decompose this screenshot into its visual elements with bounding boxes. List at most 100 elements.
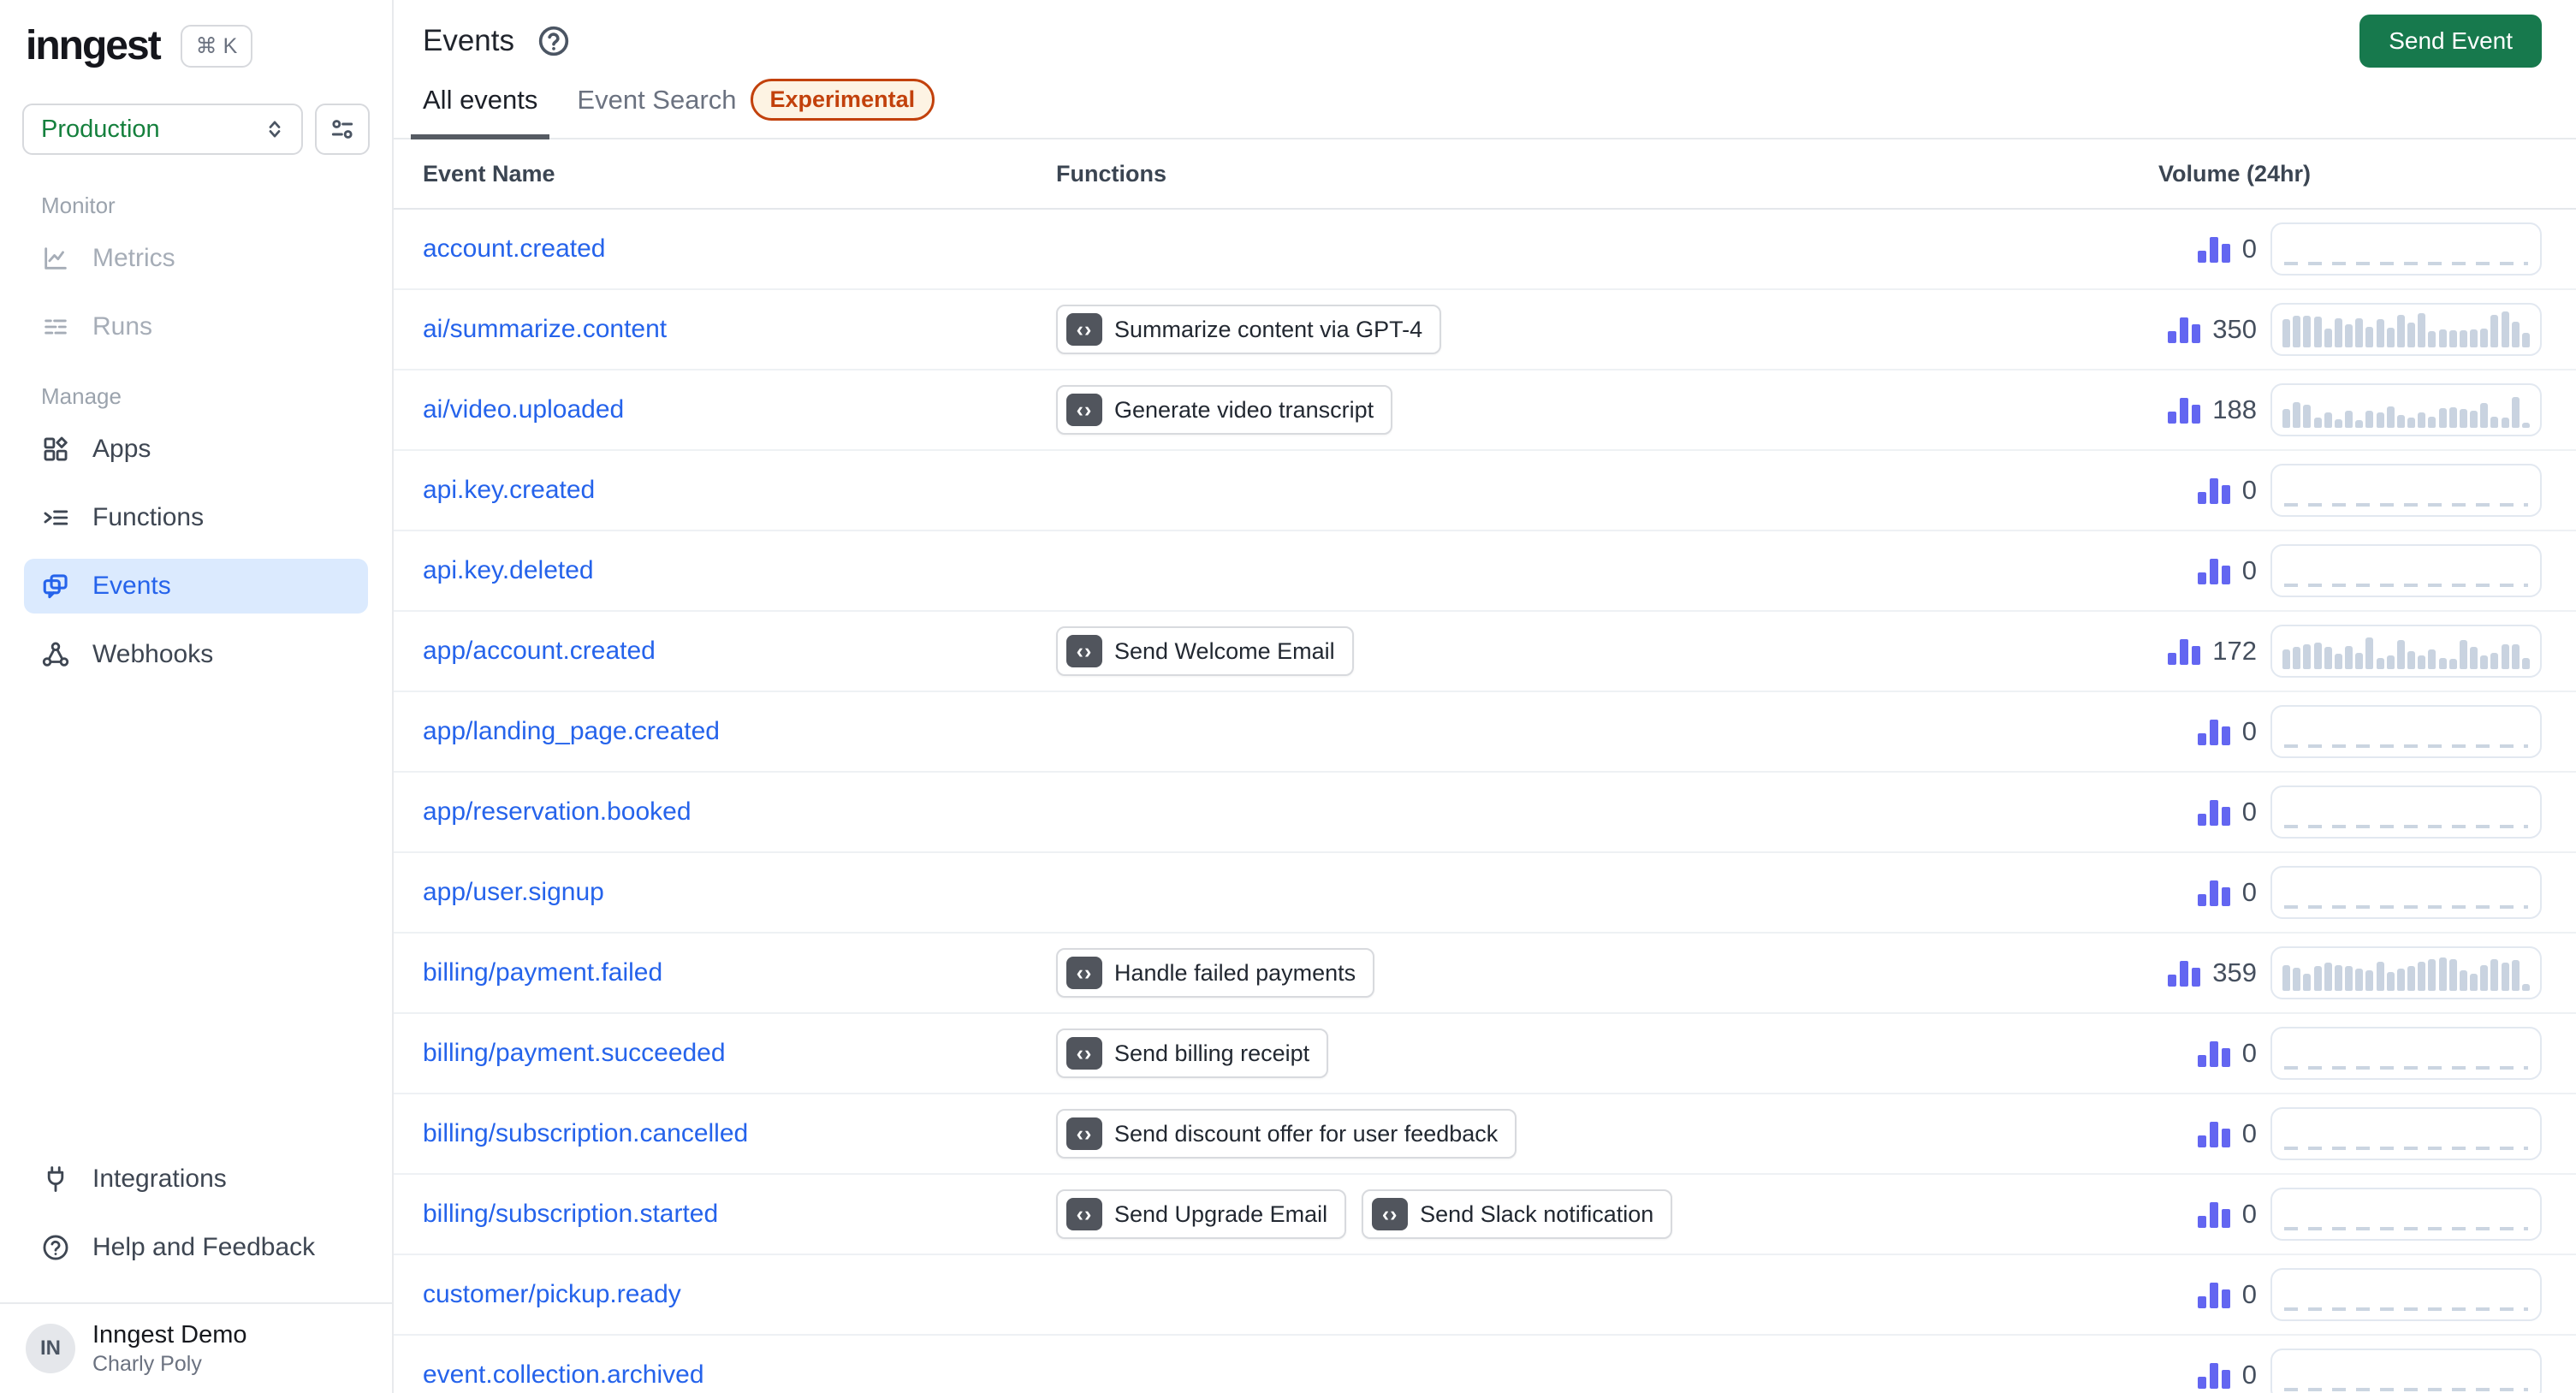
event-name-link[interactable]: event.collection.archived <box>423 1360 704 1389</box>
function-chip[interactable]: ‹› Summarize content via GPT-4 <box>1056 305 1442 354</box>
function-chip[interactable]: ‹› Send Welcome Email <box>1056 626 1354 676</box>
help-circle-icon[interactable] <box>537 24 571 58</box>
volume-cell: 0 <box>2083 866 2576 919</box>
send-event-button[interactable]: Send Event <box>2359 15 2542 68</box>
bar-chart-icon <box>2168 961 2201 987</box>
volume-sparkline <box>2270 946 2542 999</box>
volume-count: 0 <box>2241 475 2257 505</box>
event-name-link[interactable]: app/account.created <box>423 637 656 665</box>
event-name-link[interactable]: billing/payment.failed <box>423 958 662 987</box>
function-chip-label: Handle failed payments <box>1114 959 1356 986</box>
function-chip-label: Generate video transcript <box>1114 396 1374 423</box>
sidebar-item-runs[interactable]: Runs <box>24 299 368 354</box>
inngest-logo[interactable]: inngest <box>26 22 162 69</box>
sidebar-item-events[interactable]: Events <box>24 559 368 614</box>
table-row: app/account.created ‹› Send Welcome Email 1… <box>394 612 2576 692</box>
function-chip[interactable]: ‹› Send Slack notification <box>1362 1189 1673 1239</box>
volume-sparkline <box>2270 1027 2542 1080</box>
code-icon: ‹› <box>1066 394 1102 426</box>
sidebar-item-functions[interactable]: Functions <box>24 490 368 545</box>
volume-cell: 350 <box>2083 303 2576 356</box>
events-icon <box>43 574 68 599</box>
sidebar-item-help[interactable]: Help and Feedback <box>24 1220 368 1275</box>
function-chip[interactable]: ‹› Send Upgrade Email <box>1056 1189 1347 1239</box>
event-name-link[interactable]: billing/payment.succeeded <box>423 1039 726 1067</box>
table-row: app/reservation.booked 0 <box>394 773 2576 853</box>
event-name-link[interactable]: api.key.created <box>423 476 595 504</box>
volume-sparkline <box>2270 1349 2542 1393</box>
function-chip[interactable]: ‹› Handle failed payments <box>1056 948 1375 998</box>
chart-line-icon <box>45 247 67 270</box>
sidebar-item-metrics[interactable]: Metrics <box>24 231 368 286</box>
table-row: api.key.deleted 0 <box>394 531 2576 612</box>
volume-count: 0 <box>2241 716 2257 746</box>
bar-chart-icon <box>2197 1363 2230 1389</box>
functions-cell: ‹› Send billing receipt <box>1056 1028 2083 1078</box>
list-icon <box>45 319 67 335</box>
tab-bar: All events Event Search Experimental <box>394 79 2576 139</box>
volume-sparkline <box>2270 705 2542 758</box>
workspace-selector[interactable]: Production <box>22 104 303 155</box>
functions-cell: ‹› Handle failed payments <box>1056 948 2083 998</box>
bar-chart-icon <box>2168 639 2201 665</box>
apps-icon <box>44 436 68 461</box>
sidebar-item-webhooks[interactable]: Webhooks <box>24 627 368 682</box>
volume-count: 188 <box>2212 394 2257 424</box>
volume-cell: 0 <box>2083 544 2576 597</box>
functions-icon <box>44 510 68 525</box>
event-name-link[interactable]: customer/pickup.ready <box>423 1280 681 1308</box>
column-header-event-name: Event Name <box>423 160 555 187</box>
table-row: app/user.signup 0 <box>394 853 2576 934</box>
volume-count: 0 <box>2241 1038 2257 1068</box>
table-row: ai/video.uploaded ‹› Generate video transc… <box>394 370 2576 451</box>
function-chip-label: Send Upgrade Email <box>1114 1200 1328 1227</box>
volume-count: 0 <box>2241 877 2257 907</box>
event-name-link[interactable]: ai/video.uploaded <box>423 395 624 424</box>
org-name: Inngest Demo <box>92 1320 247 1349</box>
zero-volume-dashed-line <box>2284 1388 2528 1391</box>
event-name-link[interactable]: app/landing_page.created <box>423 717 720 745</box>
table-row: event.collection.archived 0 <box>394 1336 2576 1393</box>
volume-sparkline <box>2270 1107 2542 1160</box>
tab-event-search[interactable]: Event Search Experimental <box>565 79 947 139</box>
event-name-link[interactable]: app/reservation.booked <box>423 797 691 826</box>
volume-cell: 0 <box>2083 1188 2576 1241</box>
volume-sparkline <box>2270 464 2542 517</box>
event-name-link[interactable]: billing/subscription.cancelled <box>423 1119 748 1147</box>
volume-count: 0 <box>2241 234 2257 264</box>
functions-cell: ‹› Generate video transcript <box>1056 385 2083 435</box>
command-palette-shortcut[interactable]: ⌘ K <box>180 24 253 68</box>
sliders-icon <box>331 120 353 139</box>
event-name-link[interactable]: app/user.signup <box>423 878 604 906</box>
volume-cell: 188 <box>2083 383 2576 436</box>
bar-chart-icon <box>2197 1283 2230 1308</box>
table-row: billing/subscription.started ‹› Send Upgra… <box>394 1175 2576 1255</box>
tab-all-events[interactable]: All events <box>411 82 550 139</box>
event-name-link[interactable]: account.created <box>423 234 605 263</box>
code-icon: ‹› <box>1066 313 1102 346</box>
event-name-link[interactable]: billing/subscription.started <box>423 1200 718 1228</box>
volume-count: 0 <box>2241 1199 2257 1229</box>
code-icon: ‹› <box>1066 1037 1102 1070</box>
user-menu[interactable]: IN Inngest Demo Charly Poly <box>0 1302 392 1393</box>
volume-cell: 172 <box>2083 625 2576 678</box>
sidebar-item-integrations[interactable]: Integrations <box>24 1152 368 1206</box>
function-chip[interactable]: ‹› Send billing receipt <box>1056 1028 1329 1078</box>
sidebar-item-apps[interactable]: Apps <box>24 422 368 477</box>
function-chip[interactable]: ‹› Send discount offer for user feedback <box>1056 1109 1517 1159</box>
code-icon: ‹› <box>1066 1117 1102 1150</box>
sidebar: inngest ⌘ K Production Monitor Metrics R… <box>0 0 394 1393</box>
volume-sparkline <box>2270 383 2542 436</box>
volume-sparkline <box>2270 625 2542 678</box>
volume-cell: 0 <box>2083 464 2576 517</box>
event-name-link[interactable]: ai/summarize.content <box>423 315 667 343</box>
function-chip[interactable]: ‹› Generate video transcript <box>1056 385 1393 435</box>
zero-volume-dashed-line <box>2284 1066 2528 1070</box>
event-name-link[interactable]: api.key.deleted <box>423 556 594 584</box>
bar-chart-icon <box>2197 800 2230 826</box>
volume-cell: 0 <box>2083 785 2576 839</box>
environment-settings-button[interactable] <box>315 104 370 155</box>
zero-volume-dashed-line <box>2284 584 2528 587</box>
bar-chart-icon <box>2197 1202 2230 1228</box>
nav-section-monitor: Monitor <box>41 193 116 218</box>
